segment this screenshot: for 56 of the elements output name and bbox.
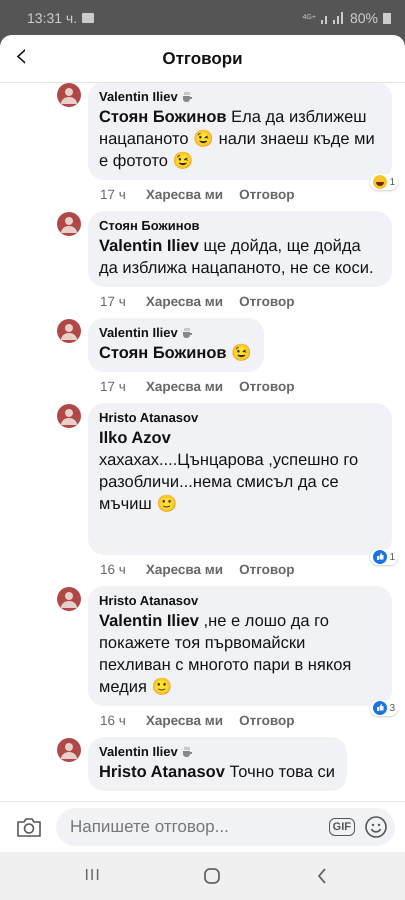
reaction-count: 1	[389, 552, 395, 562]
reaction-badge[interactable]: 3	[370, 700, 398, 716]
battery-level: 80%	[350, 10, 378, 26]
reply-link[interactable]: Отговор	[239, 562, 294, 576]
reply-field[interactable]: Напишете отговор... GIF	[56, 808, 395, 846]
battery-icon	[383, 12, 391, 24]
comment-time: 17 ч	[100, 378, 126, 394]
author-name[interactable]: Hristo Atanasov	[99, 410, 198, 425]
like-link[interactable]: Харесва ми	[146, 562, 224, 576]
image-icon	[82, 12, 94, 22]
thumbs-up-icon	[373, 701, 388, 715]
smiley-icon[interactable]	[365, 816, 387, 838]
comment-text: Valentin Iliev ще дойда, ще дойда да изближа нацапаното, не се коси.	[99, 236, 375, 279]
comment-time: 16 ч	[100, 562, 126, 576]
comment-text: Ilko Azov хахахах....Цънцарова ,успешно го разобличи...нема смисъл да се мъчиш 🙂	[99, 428, 360, 515]
back-button[interactable]: ‹	[10, 41, 32, 71]
author-name[interactable]: Стоян Божинов	[99, 218, 200, 233]
comment-text: Стоян Божинов Ела да изближеш нацапаното 😉 нали знаеш къде ми е фотото 😉	[99, 107, 376, 172]
comment-time: 17 ч	[100, 294, 126, 308]
comment-text: Стоян Божинов 😉	[99, 342, 252, 364]
reaction-count: 3	[389, 702, 395, 714]
camera-icon[interactable]	[16, 816, 42, 838]
reply-link[interactable]: Отговор	[239, 378, 294, 394]
reply-link[interactable]: Отговор	[239, 186, 294, 202]
thumbs-up-icon	[373, 550, 388, 564]
like-link[interactable]: Харесва ми	[146, 186, 224, 202]
avatar[interactable]	[57, 404, 81, 428]
avatar[interactable]	[57, 83, 81, 107]
avatar[interactable]	[57, 319, 81, 343]
reply-link[interactable]: Отговор	[239, 294, 294, 308]
author-name[interactable]: Valentin Iliev	[99, 325, 178, 340]
like-link[interactable]: Харесва ми	[146, 712, 224, 728]
gif-button[interactable]: GIF	[328, 818, 355, 836]
recents-button[interactable]: III	[78, 866, 107, 886]
avatar[interactable]	[57, 212, 81, 236]
reply-link[interactable]: Отговор	[239, 712, 294, 728]
like-link[interactable]: Харесва ми	[146, 294, 224, 308]
reaction-badge[interactable]: 1	[370, 549, 398, 565]
comment-text: Hristo Atanasov Точно това си	[99, 762, 335, 783]
author-name[interactable]: Valentin Iliev	[99, 744, 178, 759]
author-name[interactable]: Valentin Iliev	[99, 89, 178, 104]
comment-time: 16 ч	[100, 712, 126, 728]
reaction-count: 1	[389, 176, 395, 188]
avatar[interactable]	[57, 738, 81, 762]
signal-icon	[320, 12, 345, 24]
author-name[interactable]: Hristo Atanasov	[99, 593, 198, 608]
comment-time: 17 ч	[100, 186, 126, 202]
page-title: Отговори	[162, 48, 243, 68]
laughing-face-icon	[373, 175, 388, 189]
comment-text: Valentin Iliev ,не е лошо да го покажете тоя първомайски пехливан с многото пари в някоя медия 🙂	[99, 611, 352, 698]
home-button[interactable]	[204, 868, 220, 884]
back-nav-icon[interactable]	[316, 868, 327, 884]
status-time: 13:31 ч.	[27, 10, 78, 26]
like-link[interactable]: Харесва ми	[146, 378, 224, 394]
reaction-badge[interactable]: 1	[370, 174, 398, 190]
avatar[interactable]	[57, 587, 81, 611]
